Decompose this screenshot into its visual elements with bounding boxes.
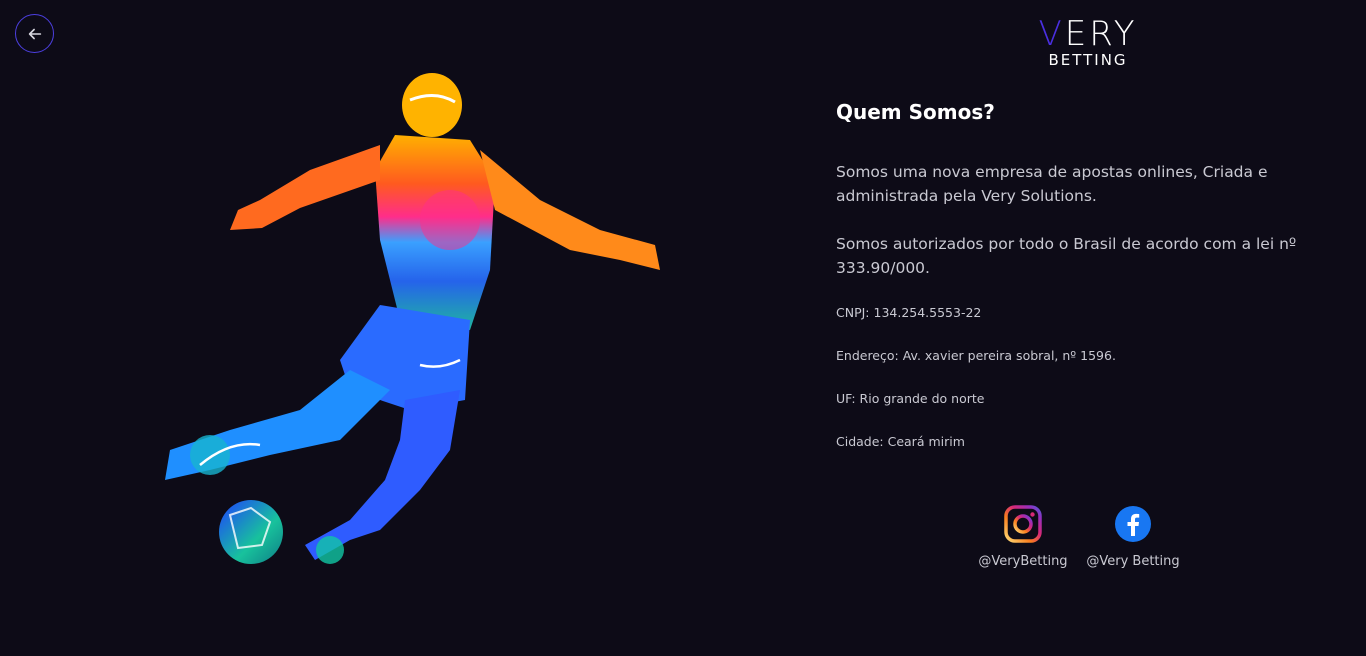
about-section: Quem Somos? Somos uma nova empresa de ap… [836,100,1346,476]
logo-very-rest: ERY [1064,14,1138,54]
facebook-link[interactable]: @Very Betting [1086,505,1180,569]
logo-letter-v: V [1038,14,1065,54]
about-page: VERY BETTING Quem Somos? Somos uma nova … [0,0,1366,656]
instagram-link[interactable]: @VeryBetting [978,505,1068,569]
cnpj-text: CNPJ: 134.254.5553-22 [836,305,982,320]
arrow-left-icon [28,28,41,39]
back-button[interactable] [15,14,54,53]
soccer-player-illustration [150,70,670,580]
facebook-handle[interactable]: @Very Betting [1086,554,1179,569]
about-paragraph-1: Somos uma nova empresa de apostas online… [836,163,1268,205]
address-text: Endereço: Av. xavier pereira sobral, nº … [836,348,1116,363]
about-paragraph-2: Somos autorizados por todo o Brasil de a… [836,235,1297,277]
logo-betting: BETTING [1048,51,1128,69]
instagram-icon[interactable] [1004,505,1042,543]
social-links: @VeryBetting @Very Betting [978,505,1180,569]
brand-logo: VERY BETTING [1018,17,1158,69]
instagram-handle[interactable]: @VeryBetting [978,554,1067,569]
logo-very: VERY [1018,17,1158,51]
uf-text: UF: Rio grande do norte [836,391,985,406]
facebook-icon[interactable] [1114,505,1152,543]
page-title: Quem Somos? [836,100,995,124]
city-text: Cidade: Ceará mirim [836,434,965,449]
